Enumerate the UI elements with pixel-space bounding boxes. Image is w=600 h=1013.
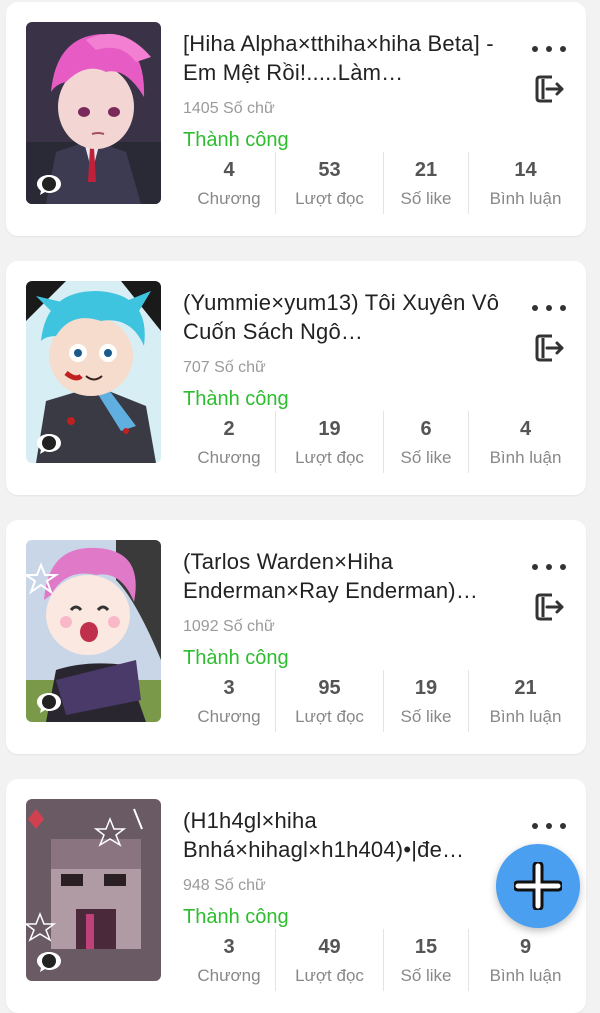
stat-label: Số like xyxy=(400,707,452,726)
stat-value: 15 xyxy=(414,936,438,958)
story-cover-image[interactable] xyxy=(26,22,161,204)
more-options-icon[interactable] xyxy=(532,817,566,835)
story-title[interactable]: [Hiha Alpha×tthiha×hiha Beta] - Em Mệt R… xyxy=(183,29,518,87)
story-card[interactable]: (Yummie×yum13) Tôi Xuyên Vô Cuốn Sách Ng… xyxy=(6,261,586,495)
stat-value: 4 xyxy=(223,159,235,181)
stat-likes: 21 Số like xyxy=(383,152,468,214)
story-stats: 3 Chương 49 Lượt đọc 15 Số like 9 Bình l… xyxy=(183,929,580,991)
stat-label: Lượt đọc xyxy=(295,448,364,467)
stat-reads: 95 Lượt đọc xyxy=(275,670,383,732)
stat-label: Bình luận xyxy=(489,966,562,985)
stat-comments: 9 Bình luận xyxy=(468,929,582,991)
stat-value: 14 xyxy=(514,159,537,181)
add-story-button[interactable] xyxy=(496,844,580,928)
stat-value: 3 xyxy=(223,677,235,699)
stat-chapters: 3 Chương xyxy=(183,670,275,732)
stat-value: 6 xyxy=(420,418,432,440)
stat-label: Số like xyxy=(400,448,452,467)
stat-chapters: 4 Chương xyxy=(183,152,275,214)
story-card[interactable]: [Hiha Alpha×tthiha×hiha Beta] - Em Mệt R… xyxy=(6,2,586,236)
stat-value: 21 xyxy=(414,159,438,181)
stat-chapters: 3 Chương xyxy=(183,929,275,991)
story-title[interactable]: (Yummie×yum13) Tôi Xuyên Vô Cuốn Sách Ng… xyxy=(183,288,518,346)
stat-label: Lượt đọc xyxy=(295,707,364,726)
stat-label: Lượt đọc xyxy=(295,189,364,208)
exit-icon[interactable] xyxy=(533,331,567,365)
stat-value: 19 xyxy=(318,418,341,440)
stat-label: Bình luận xyxy=(489,448,562,467)
stat-comments: 4 Bình luận xyxy=(468,411,582,473)
stat-value: 49 xyxy=(318,936,341,958)
word-count: 1092 Số chữ xyxy=(183,618,275,635)
stat-value: 3 xyxy=(223,936,235,958)
story-card[interactable]: (Tarlos Warden×Hiha Enderman×Ray Enderma… xyxy=(6,520,586,754)
stat-likes: 19 Số like xyxy=(383,670,468,732)
exit-icon[interactable] xyxy=(533,590,567,624)
stat-likes: 6 Số like xyxy=(383,411,468,473)
word-count: 948 Số chữ xyxy=(183,877,266,894)
status-label: Thành công xyxy=(183,388,289,410)
stat-likes: 15 Số like xyxy=(383,929,468,991)
chat-bubble-icon xyxy=(37,693,61,713)
status-label: Thành công xyxy=(183,129,289,151)
story-cover-image[interactable] xyxy=(26,540,161,722)
stat-value: 4 xyxy=(519,418,532,440)
stat-label: Lượt đọc xyxy=(295,966,364,985)
stat-reads: 49 Lượt đọc xyxy=(275,929,383,991)
more-options-icon[interactable] xyxy=(532,558,566,576)
stat-comments: 21 Bình luận xyxy=(468,670,582,732)
stat-comments: 14 Bình luận xyxy=(468,152,582,214)
word-count: 1405 Số chữ xyxy=(183,100,275,117)
stat-value: 53 xyxy=(318,159,341,181)
status-label: Thành công xyxy=(183,906,289,928)
stat-value: 9 xyxy=(519,936,532,958)
chat-bubble-icon xyxy=(37,175,61,195)
story-title[interactable]: (Tarlos Warden×Hiha Enderman×Ray Enderma… xyxy=(183,547,518,605)
story-cover-image[interactable] xyxy=(26,799,161,981)
status-label: Thành công xyxy=(183,647,289,669)
story-stats: 4 Chương 53 Lượt đọc 21 Số like 14 Bình … xyxy=(183,152,580,214)
plus-icon xyxy=(514,862,562,910)
stat-label: Chương xyxy=(197,448,261,467)
exit-icon[interactable] xyxy=(533,72,567,106)
more-options-icon[interactable] xyxy=(532,299,566,317)
stat-label: Số like xyxy=(400,189,452,208)
stat-value: 21 xyxy=(514,677,537,699)
stat-label: Chương xyxy=(197,707,261,726)
story-stats: 2 Chương 19 Lượt đọc 6 Số like 4 Bình lu… xyxy=(183,411,580,473)
stat-label: Bình luận xyxy=(489,707,562,726)
story-title[interactable]: (H1h4gl×hiha Bnhá×hihagl×h1h404)•|đe… xyxy=(183,806,518,864)
stat-value: 19 xyxy=(414,677,438,699)
stat-label: Số like xyxy=(400,966,452,985)
stat-label: Chương xyxy=(197,189,261,208)
stat-label: Bình luận xyxy=(489,189,562,208)
chat-bubble-icon xyxy=(37,434,61,454)
chat-bubble-icon xyxy=(37,952,61,972)
stat-reads: 19 Lượt đọc xyxy=(275,411,383,473)
stat-label: Chương xyxy=(197,966,261,985)
story-cover-image[interactable] xyxy=(26,281,161,463)
more-options-icon[interactable] xyxy=(532,40,566,58)
stat-chapters: 2 Chương xyxy=(183,411,275,473)
word-count: 707 Số chữ xyxy=(183,359,266,376)
stat-reads: 53 Lượt đọc xyxy=(275,152,383,214)
stat-value: 2 xyxy=(223,418,235,440)
stat-value: 95 xyxy=(318,677,341,699)
story-stats: 3 Chương 95 Lượt đọc 19 Số like 21 Bình … xyxy=(183,670,580,732)
